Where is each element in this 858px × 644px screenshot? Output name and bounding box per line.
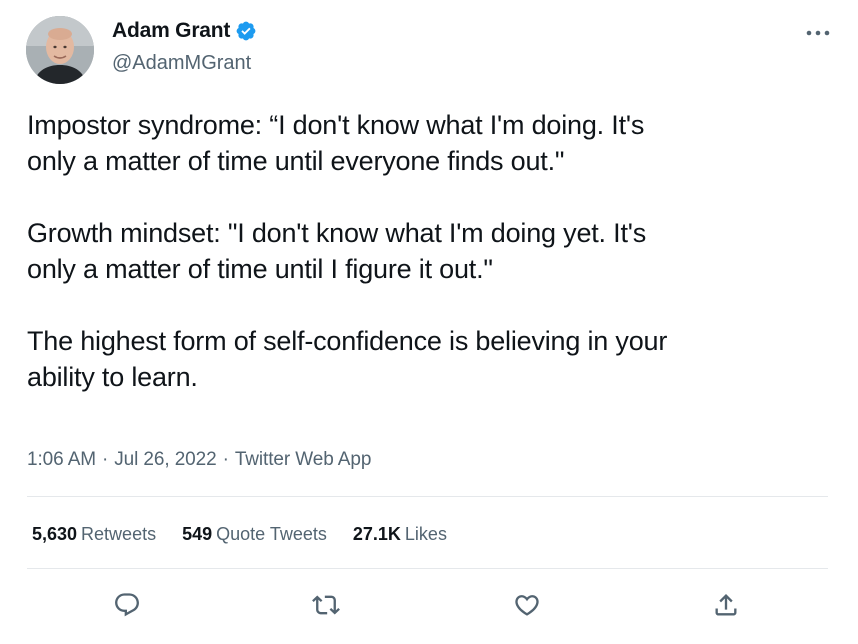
divider xyxy=(27,496,828,497)
share-icon xyxy=(715,594,737,616)
tweet-paragraph: Impostor syndrome: “I don't know what I'… xyxy=(27,110,645,176)
likes-label: Likes xyxy=(404,524,447,544)
retweet-button[interactable] xyxy=(309,588,343,622)
likes-count: 27.1K xyxy=(352,524,401,544)
more-options-icon[interactable] xyxy=(804,26,832,40)
quote-tweets-label: Quote Tweets xyxy=(216,524,327,544)
meta-separator: · xyxy=(222,449,229,470)
quote-tweets-stat[interactable]: 549 Quote Tweets xyxy=(182,524,327,545)
like-icon xyxy=(515,595,539,616)
tweet-card: Adam Grant @AdamMGrant Impostor syndrome… xyxy=(0,0,858,644)
reply-button[interactable] xyxy=(110,588,144,622)
retweets-count: 5,630 xyxy=(32,524,78,544)
tweet-paragraph: Growth mindset: "I don't know what I'm d… xyxy=(27,218,647,284)
retweet-icon xyxy=(312,595,340,615)
divider xyxy=(27,568,828,569)
verified-badge-icon xyxy=(235,20,257,42)
tweet-source[interactable]: Twitter Web App xyxy=(235,449,372,470)
retweets-stat[interactable]: 5,630 Retweets xyxy=(32,524,156,545)
likes-stat[interactable]: 27.1K Likes xyxy=(353,524,447,545)
tweet-actions xyxy=(0,588,858,624)
meta-separator: · xyxy=(102,449,109,470)
tweet-meta: 1:06 AM · Jul 26, 2022 · Twitter Web App xyxy=(27,449,371,471)
author-handle[interactable]: @AdamMGrant xyxy=(112,52,251,75)
retweets-label: Retweets xyxy=(81,524,157,544)
reply-icon xyxy=(115,593,139,617)
avatar-photo-icon xyxy=(26,16,94,84)
author-name-row: Adam Grant xyxy=(112,18,257,44)
quote-tweets-count: 549 xyxy=(182,524,213,544)
avatar[interactable] xyxy=(26,16,94,84)
author-display-name[interactable]: Adam Grant xyxy=(112,19,230,43)
tweet-date[interactable]: Jul 26, 2022 xyxy=(114,449,216,470)
tweet-text: Impostor syndrome: “I don't know what I'… xyxy=(27,107,837,395)
tweet-stats: 5,630 Retweets 549 Quote Tweets 27.1K Likes xyxy=(32,524,473,545)
share-button[interactable] xyxy=(709,588,743,622)
tweet-time[interactable]: 1:06 AM xyxy=(27,449,96,470)
like-button[interactable] xyxy=(510,588,544,622)
tweet-paragraph: The highest form of self-confidence is b… xyxy=(27,326,668,392)
